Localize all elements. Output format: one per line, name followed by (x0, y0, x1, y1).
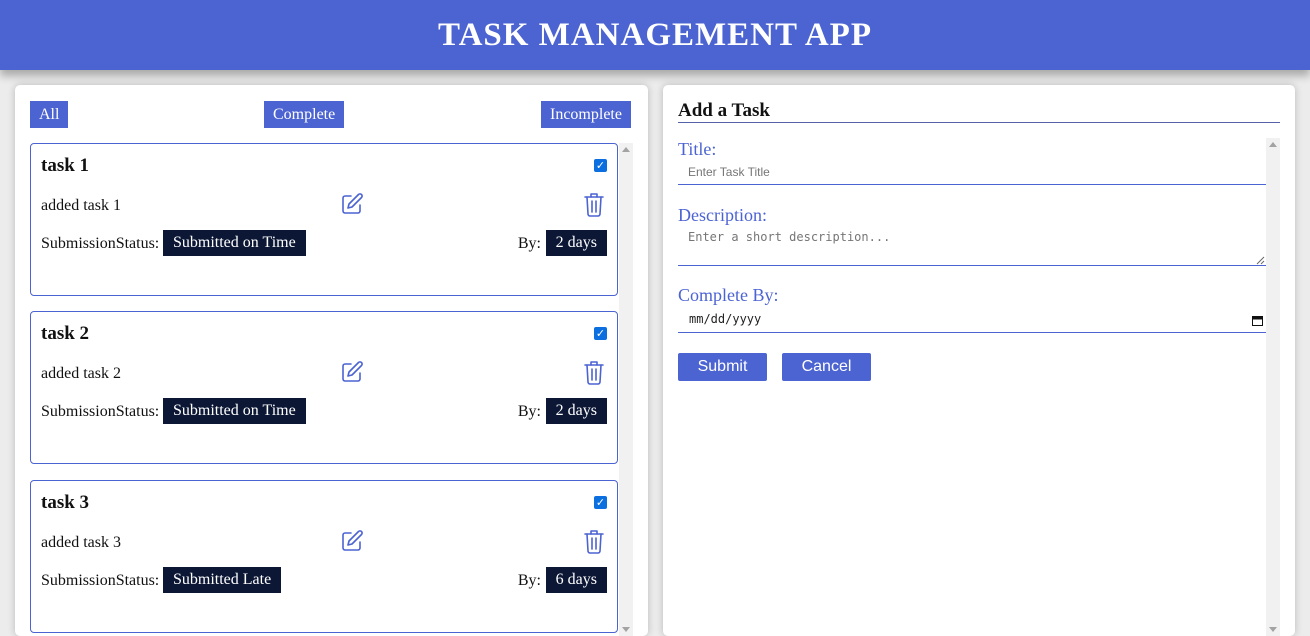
status-label: SubmissionStatus: (41, 572, 160, 589)
by-label: By: (517, 572, 541, 589)
trash-icon[interactable] (582, 191, 606, 217)
task-complete-checkbox[interactable]: ✓ (594, 159, 607, 172)
status-label: SubmissionStatus: (41, 235, 160, 252)
task-title: task 2 (41, 323, 90, 344)
task-description: added task 1 (41, 197, 121, 214)
task-title: task 1 (41, 155, 90, 176)
by-label: By: (517, 403, 541, 420)
task-list[interactable]: task 1 ✓ added task 1 SubmissionStatus: … (30, 143, 633, 636)
due-badge: 6 days (545, 567, 607, 593)
task-title: task 3 (41, 492, 90, 513)
task-complete-checkbox[interactable]: ✓ (594, 327, 607, 340)
scroll-down-icon[interactable] (1269, 627, 1277, 632)
edit-icon[interactable] (340, 529, 364, 553)
cancel-button[interactable]: Cancel (782, 353, 871, 381)
submit-button[interactable]: Submit (678, 353, 767, 381)
complete-by-date-input[interactable]: mm/dd/yyyy (678, 308, 1266, 333)
title-label: Title: (678, 139, 717, 159)
scroll-up-icon[interactable] (622, 147, 630, 152)
app-title: TASK MANAGEMENT APP (438, 16, 872, 53)
task-description: added task 2 (41, 365, 121, 382)
task-list-scrollbar[interactable] (619, 143, 633, 636)
task-list-panel: All Complete Incomplete task 1 ✓ added t… (15, 85, 648, 636)
heading-divider (678, 122, 1280, 123)
date-value: mm/dd/yyyy (689, 312, 762, 326)
form-scrollbar[interactable] (1266, 138, 1280, 636)
status-badge: Submitted on Time (163, 230, 306, 256)
add-task-form: Title: Description: Complete By: mm/dd/y… (678, 138, 1280, 636)
scroll-down-icon[interactable] (622, 627, 630, 632)
filter-complete-button[interactable]: Complete (264, 101, 345, 128)
task-card: task 2 ✓ added task 2 SubmissionStatus: … (30, 311, 618, 464)
complete-by-label: Complete By: (678, 285, 779, 305)
description-input[interactable] (678, 226, 1266, 266)
filter-incomplete-button[interactable]: Incomplete (541, 101, 631, 128)
app-header: TASK MANAGEMENT APP (0, 0, 1310, 70)
edit-icon[interactable] (340, 360, 364, 384)
description-label: Description: (678, 205, 767, 225)
scroll-up-icon[interactable] (1269, 142, 1277, 147)
task-card: task 3 ✓ added task 3 SubmissionStatus: … (30, 480, 618, 633)
trash-icon[interactable] (582, 359, 606, 385)
edit-icon[interactable] (340, 192, 364, 216)
filter-all-button[interactable]: All (30, 101, 69, 128)
due-badge: 2 days (545, 230, 607, 256)
add-task-panel: Add a Task Title: Description: Complete … (663, 85, 1295, 636)
task-complete-checkbox[interactable]: ✓ (594, 496, 607, 509)
status-badge: Submitted on Time (163, 398, 306, 424)
title-input[interactable] (678, 160, 1266, 185)
task-card: task 1 ✓ added task 1 SubmissionStatus: … (30, 143, 618, 296)
status-label: SubmissionStatus: (41, 403, 160, 420)
task-description: added task 3 (41, 534, 121, 551)
resize-handle-icon[interactable] (1256, 256, 1265, 265)
trash-icon[interactable] (582, 528, 606, 554)
status-badge: Submitted Late (163, 567, 282, 593)
by-label: By: (517, 235, 541, 252)
due-badge: 2 days (545, 398, 607, 424)
form-heading: Add a Task (678, 100, 770, 121)
calendar-icon[interactable] (1252, 315, 1263, 326)
